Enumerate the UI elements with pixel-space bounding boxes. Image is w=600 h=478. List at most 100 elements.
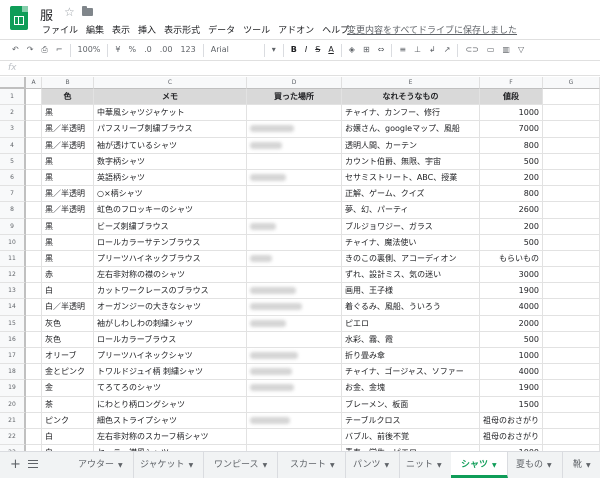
- row-number[interactable]: 21: [0, 412, 26, 429]
- look-cell[interactable]: 水彩、霧、霞: [342, 331, 480, 348]
- cell-g[interactable]: [543, 299, 600, 316]
- price-cell[interactable]: 2000: [480, 315, 543, 332]
- price-cell[interactable]: 800: [480, 186, 543, 203]
- cell-a[interactable]: [26, 186, 42, 203]
- folder-icon[interactable]: [82, 6, 93, 16]
- memo-cell[interactable]: 細色ストライプシャツ: [94, 412, 247, 429]
- row-number[interactable]: 9: [0, 218, 26, 235]
- place-cell[interactable]: [247, 283, 342, 300]
- place-cell[interactable]: [247, 364, 342, 381]
- color-cell[interactable]: 茶: [42, 396, 94, 413]
- look-cell[interactable]: ブルジョワジー、ガラス: [342, 218, 480, 235]
- price-cell[interactable]: 1900: [480, 380, 543, 397]
- color-cell[interactable]: 灰色: [42, 331, 94, 348]
- place-cell[interactable]: [247, 299, 342, 316]
- menu-data[interactable]: データ: [204, 23, 239, 37]
- look-cell[interactable]: カウント伯爵、無限、宇宙: [342, 153, 480, 170]
- price-cell[interactable]: 500: [480, 331, 543, 348]
- place-cell[interactable]: [247, 121, 342, 138]
- chevron-down-icon[interactable]: ▼: [263, 462, 268, 469]
- price-cell[interactable]: 2600: [480, 202, 543, 219]
- column-header-f[interactable]: F: [480, 77, 543, 89]
- place-cell[interactable]: [247, 396, 342, 413]
- formula-bar[interactable]: fx: [0, 62, 600, 76]
- price-cell[interactable]: 1000: [480, 105, 543, 122]
- row-number[interactable]: 12: [0, 267, 26, 284]
- menu-file[interactable]: ファイル: [38, 23, 82, 37]
- cell-g[interactable]: [543, 428, 600, 446]
- cell-g[interactable]: [543, 202, 600, 219]
- place-cell[interactable]: [247, 250, 342, 268]
- text-color-button[interactable]: A: [324, 40, 337, 60]
- cell-a[interactable]: [26, 428, 42, 446]
- row-number[interactable]: 4: [0, 137, 26, 154]
- look-cell[interactable]: ずれ、設計ミス、気の迷い: [342, 267, 480, 284]
- memo-cell[interactable]: 左右非対称の襟のシャツ: [94, 267, 247, 284]
- header-memo-cell[interactable]: メモ: [94, 89, 247, 106]
- sheet-tab[interactable]: ニット ▼: [396, 452, 453, 478]
- row-number[interactable]: 3: [0, 121, 26, 138]
- cell-g[interactable]: [543, 218, 600, 235]
- chevron-down-icon[interactable]: ▼: [492, 462, 497, 469]
- cell[interactable]: [543, 89, 600, 106]
- cell-g[interactable]: [543, 331, 600, 348]
- cell[interactable]: [26, 89, 42, 106]
- cell-a[interactable]: [26, 234, 42, 251]
- column-header-e[interactable]: E: [342, 77, 480, 89]
- look-cell[interactable]: ピエロ: [342, 315, 480, 332]
- column-header-b[interactable]: B: [42, 77, 94, 89]
- place-cell[interactable]: [247, 153, 342, 170]
- place-cell[interactable]: [247, 412, 342, 429]
- row-number[interactable]: 17: [0, 348, 26, 365]
- look-cell[interactable]: バブル、前後不覚: [342, 428, 480, 446]
- cell-a[interactable]: [26, 121, 42, 138]
- column-header-g[interactable]: G: [543, 77, 600, 89]
- sheet-tab[interactable]: ワンピース ▼: [204, 452, 279, 478]
- look-cell[interactable]: テーブルクロス: [342, 412, 480, 429]
- menu-edit[interactable]: 編集: [82, 23, 108, 37]
- memo-cell[interactable]: プリーツハイネックシャツ: [94, 348, 247, 365]
- place-cell[interactable]: [247, 267, 342, 284]
- cell-a[interactable]: [26, 169, 42, 187]
- cell-g[interactable]: [543, 348, 600, 365]
- header-look-cell[interactable]: なれそうなもの: [342, 89, 480, 106]
- price-cell[interactable]: 祖母のおさがり: [480, 428, 543, 446]
- cell-g[interactable]: [543, 186, 600, 203]
- menu-addons[interactable]: アドオン: [274, 23, 318, 37]
- memo-cell[interactable]: カットワークレースのブラウス: [94, 283, 247, 300]
- price-cell[interactable]: 7000: [480, 121, 543, 138]
- column-header-c[interactable]: C: [94, 77, 247, 89]
- cell-a[interactable]: [26, 105, 42, 122]
- align-vertical-icon[interactable]: ⊥: [410, 40, 425, 60]
- document-title[interactable]: 服: [40, 5, 53, 24]
- memo-cell[interactable]: てろてろのシャツ: [94, 380, 247, 397]
- cell-a[interactable]: [26, 348, 42, 365]
- star-icon[interactable]: ☆: [64, 5, 75, 19]
- color-cell[interactable]: 黒／半透明: [42, 186, 94, 203]
- color-cell[interactable]: 白: [42, 283, 94, 300]
- look-cell[interactable]: 画用、王子様: [342, 283, 480, 300]
- memo-cell[interactable]: パフスリーブ刺繍ブラウス: [94, 121, 247, 138]
- insert-chart-icon[interactable]: ▥: [498, 40, 514, 60]
- strikethrough-button[interactable]: S: [311, 40, 324, 60]
- cell-a[interactable]: [26, 283, 42, 300]
- color-cell[interactable]: 金とピンク: [42, 364, 94, 381]
- filter-icon[interactable]: ▽: [514, 40, 528, 60]
- price-cell[interactable]: 4000: [480, 364, 543, 381]
- color-cell[interactable]: 黒: [42, 234, 94, 251]
- zoom-select[interactable]: 100%: [74, 40, 105, 60]
- color-cell[interactable]: 金: [42, 380, 94, 397]
- row-number[interactable]: 8: [0, 202, 26, 219]
- look-cell[interactable]: お嬢さん、googleマップ、風船: [342, 121, 480, 138]
- row-number[interactable]: 7: [0, 186, 26, 203]
- place-cell[interactable]: [247, 137, 342, 154]
- memo-cell[interactable]: 袖がしわしわの刺繍シャツ: [94, 315, 247, 332]
- look-cell[interactable]: 夢、幻、パーティ: [342, 202, 480, 219]
- look-cell[interactable]: セサミストリート、ABC、授業: [342, 169, 480, 187]
- place-cell[interactable]: [247, 331, 342, 348]
- look-cell[interactable]: 着ぐるみ、風船、ういろう: [342, 299, 480, 316]
- row-number[interactable]: 13: [0, 283, 26, 300]
- memo-cell[interactable]: にわとり柄ロングシャツ: [94, 396, 247, 413]
- price-cell[interactable]: 200: [480, 169, 543, 187]
- currency-button[interactable]: ¥: [111, 40, 124, 60]
